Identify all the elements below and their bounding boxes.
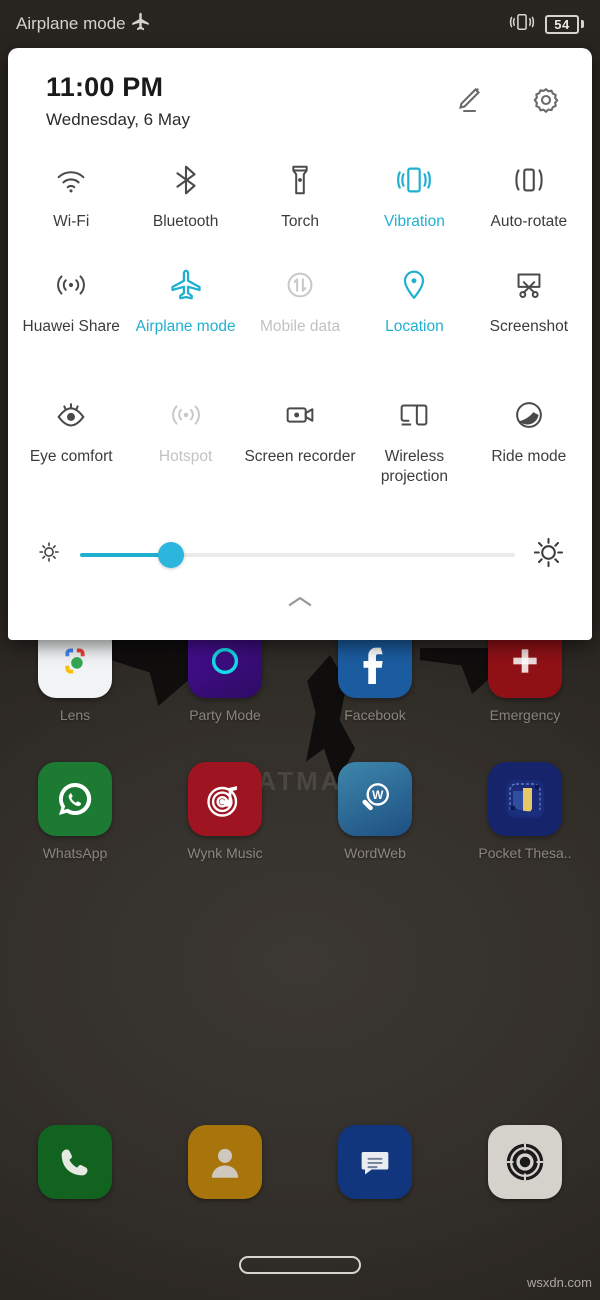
toggle-wifi[interactable]: Wi-Fi bbox=[14, 150, 128, 255]
toggle-auto-rotate[interactable]: Auto-rotate bbox=[472, 150, 586, 255]
toggle-label: Mobile data bbox=[259, 317, 341, 335]
chevron-up-icon bbox=[283, 593, 317, 615]
toggle-screenshot[interactable]: Screenshot bbox=[472, 255, 586, 385]
toggle-row-3: Eye comfort Hotspot Screen recorder Wire… bbox=[14, 385, 586, 520]
toggle-airplane-mode[interactable]: Airplane mode bbox=[128, 255, 242, 385]
wynk-music-icon[interactable] bbox=[188, 762, 262, 836]
battery-indicator: 54 bbox=[545, 14, 584, 34]
dock-item[interactable] bbox=[150, 1125, 300, 1199]
app-label: Facebook bbox=[344, 707, 406, 723]
toggle-label: Wi-Fi bbox=[53, 212, 90, 230]
app-label: WhatsApp bbox=[42, 845, 108, 861]
screen-recorder-icon bbox=[281, 393, 319, 437]
toggle-label: Airplane mode bbox=[135, 317, 236, 335]
toggle-bluetooth[interactable]: Bluetooth bbox=[128, 150, 242, 255]
settings-gear-icon[interactable] bbox=[488, 1125, 562, 1199]
toggle-label: Bluetooth bbox=[152, 212, 219, 230]
location-pin-icon bbox=[395, 263, 433, 307]
battery-cap bbox=[581, 20, 584, 28]
whatsapp-icon[interactable] bbox=[38, 762, 112, 836]
svg-text:W: W bbox=[372, 788, 384, 802]
vibration-icon bbox=[509, 12, 535, 37]
brightness-slider-row bbox=[8, 520, 592, 582]
bluetooth-icon bbox=[167, 158, 205, 202]
screenshot-icon bbox=[510, 263, 548, 307]
toggle-label: Auto-rotate bbox=[490, 212, 568, 230]
app-item[interactable]: WhatsApp bbox=[0, 762, 150, 861]
dock-item[interactable] bbox=[450, 1125, 600, 1199]
clock-time: 11:00 PM bbox=[46, 72, 164, 102]
auto-rotate-icon bbox=[510, 158, 548, 202]
app-label: Pocket Thesa.. bbox=[478, 845, 572, 861]
vibration-icon bbox=[395, 158, 433, 202]
battery-level: 54 bbox=[545, 14, 579, 34]
toggle-mobile-data[interactable]: Mobile data bbox=[243, 255, 357, 385]
eye-comfort-icon bbox=[52, 393, 90, 437]
brightness-thumb[interactable] bbox=[158, 541, 185, 568]
navigation-pill[interactable] bbox=[239, 1256, 361, 1274]
airplane-icon bbox=[167, 263, 205, 307]
app-label: Emergency bbox=[489, 707, 561, 723]
toggle-torch[interactable]: Torch bbox=[243, 150, 357, 255]
app-label: Party Mode bbox=[189, 707, 261, 723]
status-bar-label: Airplane mode bbox=[16, 14, 126, 33]
wordweb-icon[interactable]: W bbox=[338, 762, 412, 836]
wireless-projection-icon bbox=[395, 393, 433, 437]
dock-item[interactable] bbox=[300, 1125, 450, 1199]
quick-settings-panel: 11:00 PM Wednesday, 6 May Wi-Fi Bluetoot… bbox=[8, 48, 592, 640]
hotspot-icon bbox=[167, 393, 205, 437]
toggle-label: Wireless projection bbox=[380, 447, 449, 486]
toggle-location[interactable]: Location bbox=[357, 255, 471, 385]
app-item[interactable]: Pocket Thesa.. bbox=[450, 762, 600, 861]
gear-icon[interactable] bbox=[530, 84, 562, 116]
airplane-icon bbox=[130, 11, 151, 37]
toggle-label: Eye comfort bbox=[29, 447, 113, 465]
watermark: wsxdn.com bbox=[526, 1275, 592, 1290]
toggle-huawei-share[interactable]: Huawei Share bbox=[14, 255, 128, 385]
app-item[interactable]: Wynk Music bbox=[150, 762, 300, 861]
contacts-icon[interactable] bbox=[188, 1125, 262, 1199]
dock bbox=[0, 1125, 600, 1199]
panel-header: 11:00 PM Wednesday, 6 May bbox=[8, 48, 592, 130]
toggle-label: Torch bbox=[281, 212, 319, 230]
toggle-hotspot[interactable]: Hotspot bbox=[128, 385, 242, 520]
toggle-screen-recorder[interactable]: Screen recorder bbox=[243, 385, 357, 520]
ride-mode-icon bbox=[510, 393, 548, 437]
pocket-thesaurus-icon[interactable] bbox=[488, 762, 562, 836]
app-label: WordWeb bbox=[344, 845, 406, 861]
brightness-high-icon bbox=[533, 537, 564, 573]
wifi-icon bbox=[52, 158, 90, 202]
collapse-handle[interactable] bbox=[8, 582, 592, 626]
toggle-label: Huawei Share bbox=[22, 317, 120, 335]
toggle-label: Location bbox=[385, 317, 444, 335]
torch-icon bbox=[281, 158, 319, 202]
brightness-track[interactable] bbox=[80, 541, 515, 568]
toggle-wireless-projection[interactable]: Wireless projection bbox=[357, 385, 471, 520]
toggle-label: Vibration bbox=[383, 212, 445, 230]
app-label: Wynk Music bbox=[187, 845, 263, 861]
mobile-data-icon bbox=[281, 263, 319, 307]
dock-item[interactable] bbox=[0, 1125, 150, 1199]
status-bar: Airplane mode 54 bbox=[0, 0, 600, 48]
toggle-row-2: Huawei Share Airplane mode Mobile data L… bbox=[14, 255, 586, 385]
huawei-share-icon bbox=[52, 263, 90, 307]
pencil-edit-icon[interactable] bbox=[452, 84, 484, 116]
phone-screen: BATMAN Lens Party Mode Facebook Emergenc… bbox=[0, 0, 600, 1300]
toggle-label: Hotspot bbox=[158, 447, 213, 465]
toggle-eye-comfort[interactable]: Eye comfort bbox=[14, 385, 128, 520]
toggle-vibration[interactable]: Vibration bbox=[357, 150, 471, 255]
messages-icon[interactable] bbox=[338, 1125, 412, 1199]
toggle-label: Screen recorder bbox=[244, 447, 356, 465]
app-item[interactable]: W WordWeb bbox=[300, 762, 450, 861]
toggle-row-1: Wi-Fi Bluetooth Torch Vibration Auto-rot… bbox=[14, 150, 586, 255]
app-row-2: WhatsApp Wynk Music W WordWeb Pocket The… bbox=[0, 762, 600, 861]
quick-toggles-grid: Wi-Fi Bluetooth Torch Vibration Auto-rot… bbox=[8, 130, 592, 520]
clock-date: Wednesday, 6 May bbox=[46, 109, 190, 129]
phone-icon[interactable] bbox=[38, 1125, 112, 1199]
toggle-ride-mode[interactable]: Ride mode bbox=[472, 385, 586, 520]
toggle-label: Ride mode bbox=[491, 447, 567, 465]
brightness-low-icon bbox=[36, 539, 62, 570]
app-label: Lens bbox=[59, 707, 91, 723]
toggle-label: Screenshot bbox=[489, 317, 569, 335]
